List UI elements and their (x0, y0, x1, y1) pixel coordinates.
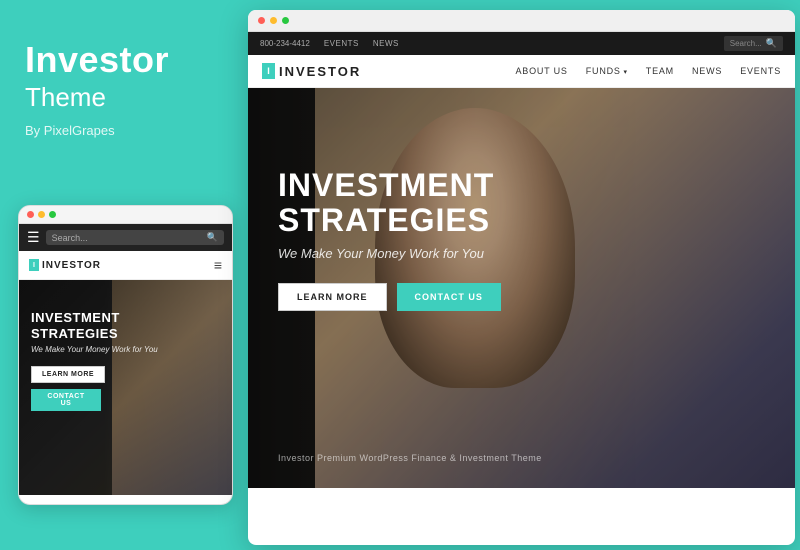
mobile-hero-content: INVESTMENT STRATEGIES We Make Your Money… (19, 280, 232, 423)
mobile-window-dots (19, 206, 232, 224)
desktop-logo: I INVESTOR (262, 63, 361, 79)
desktop-topbar: 800-234-4412 EVENTS NEWS Search... 🔍 (248, 32, 795, 55)
desktop-contact-button[interactable]: CONTACT US (397, 283, 501, 311)
desktop-news-link[interactable]: NEWS (373, 39, 399, 48)
desktop-nav-links: ABOUT US FUNDS TEAM NEWS EVENTS (515, 66, 781, 76)
mobile-hero-title: INVESTMENT STRATEGIES (31, 310, 220, 341)
nav-funds[interactable]: FUNDS (586, 66, 628, 76)
mobile-title-line1: INVESTMENT (31, 310, 120, 325)
by-text: By PixelGrapes (25, 123, 223, 138)
mobile-learn-button[interactable]: LEARN MORE (31, 366, 105, 383)
mobile-menu-icon: ≡ (214, 257, 222, 273)
desktop-phone: 800-234-4412 (260, 39, 310, 48)
desktop-dot-yellow (270, 17, 277, 24)
left-panel: Investor Theme By PixelGrapes ☰ Search..… (0, 0, 248, 550)
desktop-hero-buttons: LEARN MORE CONTACT US (278, 283, 765, 311)
desktop-topbar-left: 800-234-4412 EVENTS NEWS (260, 39, 399, 48)
dot-red (27, 211, 34, 218)
hamburger-icon: ☰ (27, 229, 40, 246)
desktop-mockup: 800-234-4412 EVENTS NEWS Search... 🔍 I I… (248, 10, 795, 545)
desktop-title-line2: STRATEGIES (278, 203, 765, 238)
desktop-hero-title: INVESTMENT STRATEGIES (278, 168, 765, 238)
desktop-search-box[interactable]: Search... 🔍 (724, 36, 783, 51)
subtitle-text: Theme (25, 82, 223, 113)
mobile-search-icon: 🔍 (207, 232, 218, 243)
mobile-search-box: Search... 🔍 (46, 230, 224, 245)
desktop-navbar: I INVESTOR ABOUT US FUNDS TEAM NEWS EVEN… (248, 55, 795, 88)
mobile-mockup: ☰ Search... 🔍 I INVESTOR ≡ INVESTMENT ST… (18, 205, 233, 505)
nav-about[interactable]: ABOUT US (515, 66, 567, 76)
title-text: Investor (25, 40, 223, 80)
desktop-window-dots (248, 10, 795, 32)
desktop-logo-text: INVESTOR (279, 64, 361, 79)
mobile-navbar: I INVESTOR ≡ (19, 251, 232, 280)
mobile-contact-button[interactable]: CONTACT US (31, 389, 101, 411)
mobile-logo-text: INVESTOR (42, 260, 101, 271)
dot-yellow (38, 211, 45, 218)
desktop-hero-subtitle: We Make Your Money Work for You (278, 246, 765, 261)
dot-green (49, 211, 56, 218)
nav-news[interactable]: NEWS (692, 66, 722, 76)
nav-events[interactable]: EVENTS (740, 66, 781, 76)
mobile-logo-icon: I (29, 259, 39, 271)
desktop-hero-tagline: Investor Premium WordPress Finance & Inv… (278, 453, 542, 463)
desktop-hero-content: INVESTMENT STRATEGIES We Make Your Money… (248, 88, 795, 341)
nav-team[interactable]: TEAM (646, 66, 674, 76)
desktop-hero: INVESTMENT STRATEGIES We Make Your Money… (248, 88, 795, 488)
desktop-events-link[interactable]: EVENTS (324, 39, 359, 48)
mobile-hero-subtitle: We Make Your Money Work for You (31, 345, 220, 355)
mobile-logo: I INVESTOR (29, 259, 101, 271)
mobile-title-line2: STRATEGIES (31, 326, 118, 341)
desktop-search-placeholder: Search... (730, 39, 762, 48)
theme-title: Investor Theme (25, 40, 223, 113)
mobile-hero: INVESTMENT STRATEGIES We Make Your Money… (19, 280, 232, 495)
desktop-dot-green (282, 17, 289, 24)
desktop-logo-icon: I (262, 63, 275, 79)
desktop-topbar-right: Search... 🔍 (724, 36, 783, 51)
desktop-search-icon: 🔍 (766, 38, 777, 49)
desktop-learn-button[interactable]: LEARN MORE (278, 283, 387, 311)
mobile-topbar: ☰ Search... 🔍 (19, 224, 232, 251)
desktop-dot-red (258, 17, 265, 24)
desktop-title-line1: INVESTMENT (278, 168, 765, 203)
mobile-search-placeholder: Search... (52, 233, 88, 243)
